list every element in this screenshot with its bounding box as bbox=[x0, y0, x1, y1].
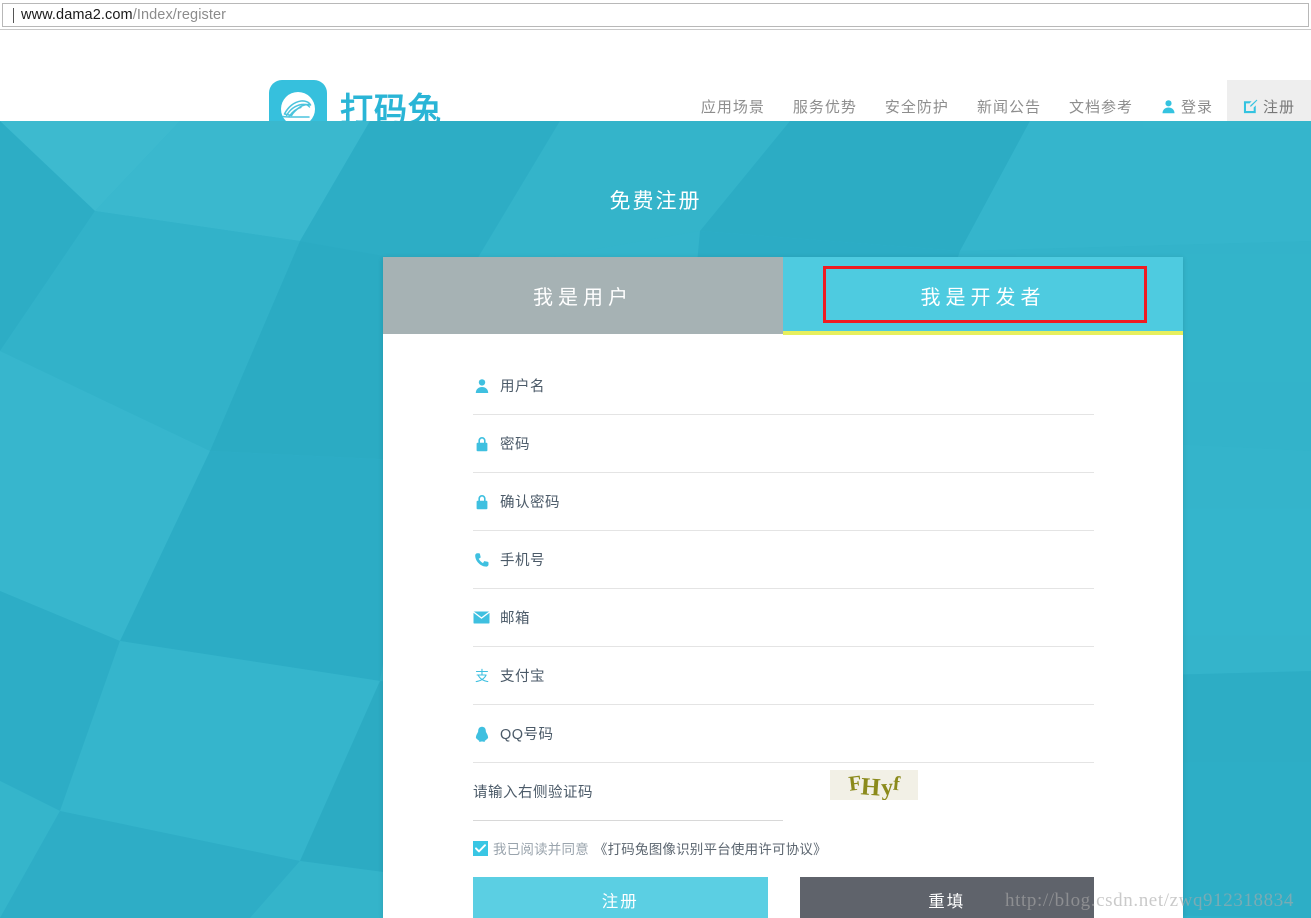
field-placeholder: 邮箱 bbox=[500, 611, 530, 627]
field-placeholder: QQ号码 bbox=[500, 727, 554, 743]
url-text-caret bbox=[13, 7, 14, 23]
register-card: 我是用户 我是开发者 用户名 密码 确认密码 手机号 邮箱 支 支付宝 QQ号码… bbox=[383, 257, 1183, 918]
agreement-checkbox[interactable] bbox=[473, 840, 488, 856]
submit-register-button[interactable]: 注册 bbox=[473, 877, 768, 918]
nav-label: 新闻公告 bbox=[976, 98, 1041, 116]
page-title: 免费注册 bbox=[609, 190, 702, 213]
captcha-char: f bbox=[891, 772, 901, 796]
phone-icon bbox=[473, 551, 490, 568]
nav-label: 服务优势 bbox=[792, 98, 857, 116]
button-row: 注册 重填 bbox=[473, 877, 1094, 918]
field-placeholder: 手机号 bbox=[500, 553, 545, 569]
user-icon bbox=[473, 377, 490, 394]
captcha-row: 请输入右侧验证码 F H y f bbox=[473, 763, 1094, 821]
captcha-input[interactable]: 请输入右侧验证码 bbox=[473, 763, 783, 821]
field-confirm-password[interactable]: 确认密码 bbox=[473, 473, 1094, 531]
register-form: 用户名 密码 确认密码 手机号 邮箱 支 支付宝 QQ号码 请输入右侧验证码 F… bbox=[383, 334, 1183, 918]
agreement-row: 我已阅读并同意 《打码兔图像识别平台使用许可协议》 bbox=[473, 838, 1094, 858]
site-header: 打码兔 应用场景 服务优势 安全防护 新闻公告 文档参考 登录 注册 bbox=[0, 31, 1311, 138]
nav-label: 安全防护 bbox=[884, 98, 949, 116]
user-icon bbox=[1161, 99, 1176, 114]
field-password[interactable]: 密码 bbox=[473, 415, 1094, 473]
field-placeholder: 用户名 bbox=[500, 379, 545, 395]
edit-icon bbox=[1243, 99, 1258, 114]
captcha-placeholder: 请输入右侧验证码 bbox=[473, 785, 593, 801]
page-body: 免费注册 我是用户 我是开发者 用户名 密码 确认密码 手机号 邮箱 支 支付宝… bbox=[0, 121, 1311, 918]
tab-label: 我是用户 bbox=[533, 287, 633, 309]
field-placeholder: 支付宝 bbox=[500, 669, 545, 685]
reset-form-button[interactable]: 重填 bbox=[799, 877, 1094, 918]
tab-i-am-user[interactable]: 我是用户 bbox=[383, 257, 783, 334]
browser-chrome: www.dama2.com /Index/register bbox=[0, 0, 1311, 30]
tab-strip: 我是用户 我是开发者 bbox=[383, 257, 1183, 335]
url-path: /Index/register bbox=[132, 7, 227, 23]
nav-label: 登录 bbox=[1180, 98, 1213, 116]
captcha-char: H bbox=[860, 772, 882, 800]
alipay-icon: 支 bbox=[473, 667, 490, 684]
captcha-image[interactable]: F H y f bbox=[830, 770, 918, 800]
tab-i-am-developer[interactable]: 我是开发者 bbox=[783, 257, 1183, 334]
field-email[interactable]: 邮箱 bbox=[473, 589, 1094, 647]
nav-label: 应用场景 bbox=[700, 98, 765, 116]
field-alipay[interactable]: 支 支付宝 bbox=[473, 647, 1094, 705]
lock-icon bbox=[473, 493, 490, 510]
tab-label: 我是开发者 bbox=[920, 287, 1046, 309]
nav-label: 注册 bbox=[1262, 98, 1295, 116]
field-placeholder: 确认密码 bbox=[500, 495, 560, 511]
agreement-text: 我已阅读并同意 bbox=[493, 842, 589, 857]
url-bar[interactable]: www.dama2.com /Index/register bbox=[2, 3, 1309, 27]
field-placeholder: 密码 bbox=[500, 437, 530, 453]
svg-text:支: 支 bbox=[475, 668, 489, 684]
lock-icon bbox=[473, 435, 490, 452]
url-host: www.dama2.com bbox=[21, 7, 133, 23]
qq-icon bbox=[473, 725, 490, 742]
field-phone[interactable]: 手机号 bbox=[473, 531, 1094, 589]
field-qq[interactable]: QQ号码 bbox=[473, 705, 1094, 763]
field-username[interactable]: 用户名 bbox=[473, 357, 1094, 415]
envelope-icon bbox=[473, 609, 490, 626]
nav-label: 文档参考 bbox=[1068, 98, 1133, 116]
agreement-link[interactable]: 《打码兔图像识别平台使用许可协议》 bbox=[594, 838, 827, 858]
